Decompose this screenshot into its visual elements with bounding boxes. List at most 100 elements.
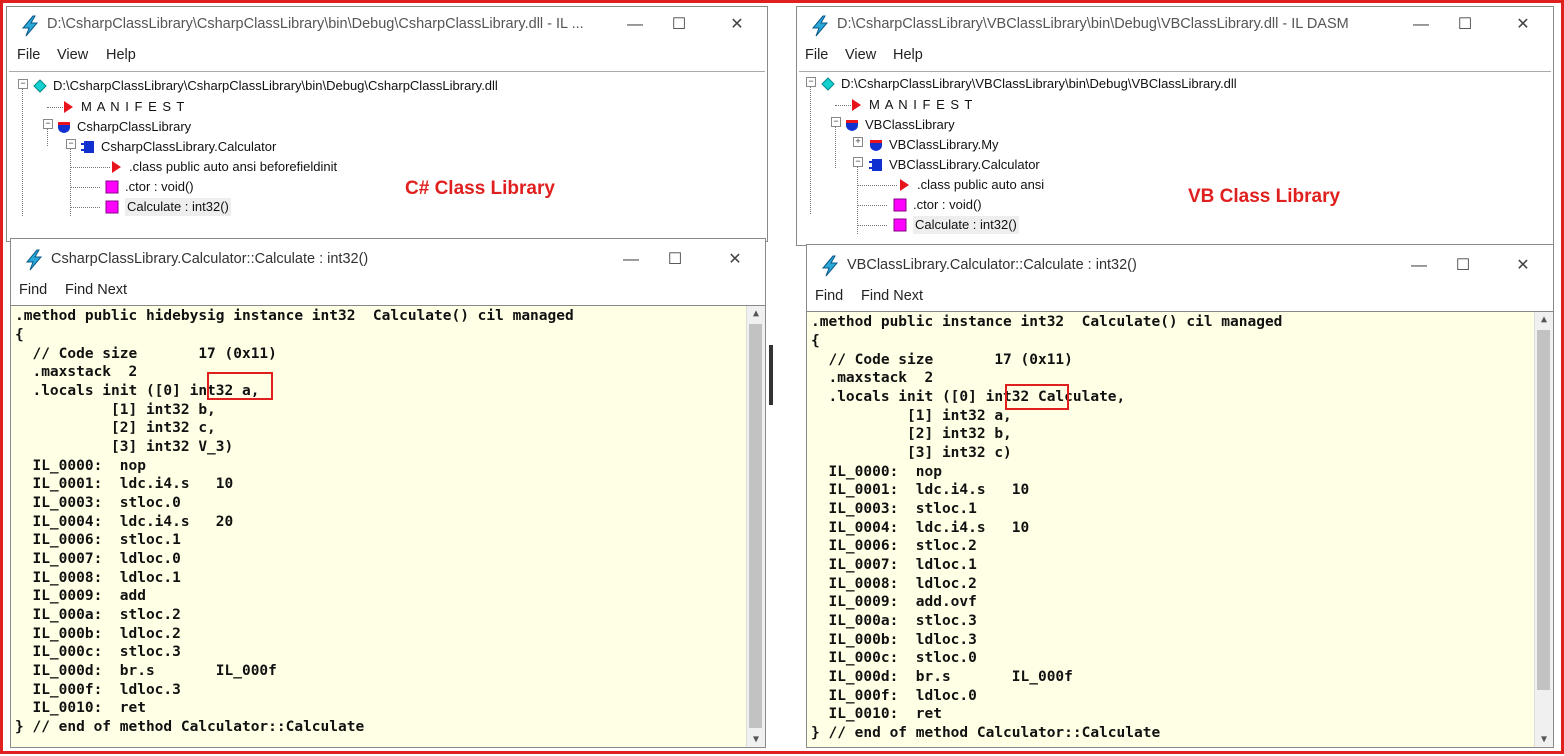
menu-file[interactable]: File xyxy=(805,47,828,63)
il-code-view[interactable]: .method public hidebysig instance int32 … xyxy=(11,305,765,747)
assembly-diamond-icon xyxy=(33,79,47,93)
menu-find-next[interactable]: Find Next xyxy=(861,288,923,304)
code-line: IL_0008: ldloc.1 xyxy=(15,570,181,586)
minimize-button[interactable]: — xyxy=(619,248,643,272)
window-title: VBClassLibrary.Calculator::Calculate : i… xyxy=(847,257,1137,273)
code-line: IL_000f: ldloc.3 xyxy=(15,682,181,698)
code-line: IL_0007: ldloc.1 xyxy=(811,557,977,573)
il-code-view[interactable]: .method public instance int32 Calculate(… xyxy=(807,311,1553,747)
menu-find[interactable]: Find xyxy=(815,288,843,304)
close-button[interactable]: ✕ xyxy=(1511,13,1535,37)
scroll-thumb[interactable] xyxy=(749,324,762,728)
scroll-up-arrow-icon[interactable]: ▲ xyxy=(1535,314,1553,325)
annotation-csharp: C# Class Library xyxy=(405,178,555,199)
code-line: [2] int32 b, xyxy=(811,426,1012,442)
code-line: // Code size 17 (0x11) xyxy=(811,352,1073,368)
vertical-scrollbar[interactable]: ▲ ▼ xyxy=(746,306,765,747)
code-line: IL_0010: ret xyxy=(15,700,146,716)
code-line: IL_000d: br.s IL_000f xyxy=(15,663,277,679)
code-line: .locals init ([0] int32 Calculate, xyxy=(811,389,1126,405)
code-line: .maxstack 2 xyxy=(15,364,138,380)
code-line: [3] int32 V_3) xyxy=(15,439,234,455)
collapse-namespace[interactable]: − xyxy=(831,117,841,127)
code-line: .method public hidebysig instance int32 … xyxy=(15,308,574,324)
menu-help[interactable]: Help xyxy=(106,47,136,63)
maximize-button[interactable]: ☐ xyxy=(1453,13,1477,37)
code-line: IL_0001: ldc.i4.s 10 xyxy=(15,476,234,492)
assembly-tree: − − − D:\CsharpClassLibrary\CsharpClassL… xyxy=(9,71,765,241)
code-line: [2] int32 c, xyxy=(15,420,216,436)
highlight-int32-box xyxy=(207,372,273,400)
code-line: } // end of method Calculator::Calculate xyxy=(15,719,365,735)
menu-view[interactable]: View xyxy=(57,47,88,63)
expand-my-namespace[interactable]: + xyxy=(853,137,863,147)
annotation-vb: VB Class Library xyxy=(1188,186,1341,207)
class-decl-triangle-icon xyxy=(109,160,123,174)
title-bar[interactable]: CsharpClassLibrary.Calculator::Calculate… xyxy=(11,239,765,279)
scroll-down-arrow-icon[interactable]: ▼ xyxy=(1535,734,1553,745)
collapse-root[interactable]: − xyxy=(18,79,28,89)
maximize-button[interactable]: ☐ xyxy=(663,248,687,272)
il-code-window-left: CsharpClassLibrary.Calculator::Calculate… xyxy=(10,238,766,748)
code-line: IL_0003: stloc.0 xyxy=(15,495,181,511)
menu-find[interactable]: Find xyxy=(19,282,47,298)
close-button[interactable]: ✕ xyxy=(723,248,747,272)
code-line: IL_0010: ret xyxy=(811,706,942,722)
scroll-down-arrow-icon[interactable]: ▼ xyxy=(747,734,765,745)
class-icon xyxy=(869,158,883,172)
scroll-thumb[interactable] xyxy=(1537,330,1550,690)
highlight-int32-box xyxy=(1005,384,1069,410)
scroll-up-arrow-icon[interactable]: ▲ xyxy=(747,308,765,319)
namespace-shield-icon xyxy=(869,138,883,152)
ildasm-app-icon xyxy=(23,249,45,271)
code-line: IL_000a: stloc.2 xyxy=(15,607,181,623)
class-icon xyxy=(81,140,95,154)
method-icon xyxy=(105,180,119,194)
collapse-class[interactable]: − xyxy=(853,157,863,167)
manifest-triangle-icon xyxy=(849,98,863,112)
class-decl-triangle-icon xyxy=(897,178,911,192)
vertical-scrollbar[interactable]: ▲ ▼ xyxy=(1534,312,1553,747)
title-bar[interactable]: VBClassLibrary.Calculator::Calculate : i… xyxy=(807,245,1553,285)
collapse-root[interactable]: − xyxy=(806,77,816,87)
code-line: IL_0001: ldc.i4.s 10 xyxy=(811,482,1030,498)
maximize-button[interactable]: ☐ xyxy=(667,13,691,37)
menu-help[interactable]: Help xyxy=(893,47,923,63)
code-line: { xyxy=(15,327,24,343)
code-line: IL_0006: stloc.1 xyxy=(15,532,181,548)
menu-bar: File View Help xyxy=(7,47,767,69)
menu-file[interactable]: File xyxy=(17,47,40,63)
minimize-button[interactable]: — xyxy=(1409,13,1433,37)
code-line: IL_0007: ldloc.0 xyxy=(15,551,181,567)
code-line: IL_0008: ldloc.2 xyxy=(811,576,977,592)
background-strip xyxy=(769,345,773,405)
menu-bar: Find Find Next xyxy=(11,282,765,304)
ildasm-window-right: D:\CsharpClassLibrary\VBClassLibrary\bin… xyxy=(796,6,1554,246)
code-line: IL_000f: ldloc.0 xyxy=(811,688,977,704)
code-line: [1] int32 b, xyxy=(15,402,216,418)
collapse-class[interactable]: − xyxy=(66,139,76,149)
code-line: .maxstack 2 xyxy=(811,370,934,386)
menu-find-next[interactable]: Find Next xyxy=(65,282,127,298)
code-line: [1] int32 a, xyxy=(811,408,1012,424)
maximize-button[interactable]: ☐ xyxy=(1451,254,1475,278)
minimize-button[interactable]: — xyxy=(623,13,647,37)
code-line: } // end of method Calculator::Calculate xyxy=(811,725,1161,741)
ildasm-app-icon xyxy=(819,255,841,277)
method-icon xyxy=(893,218,907,232)
code-line: IL_0000: nop xyxy=(15,458,146,474)
manifest-triangle-icon xyxy=(61,100,75,114)
minimize-button[interactable]: — xyxy=(1407,254,1431,278)
code-line: IL_0004: ldc.i4.s 10 xyxy=(811,520,1030,536)
code-line: .method public instance int32 Calculate(… xyxy=(811,314,1283,330)
menu-bar: Find Find Next xyxy=(807,288,1553,310)
code-line: IL_0003: stloc.1 xyxy=(811,501,977,517)
collapse-namespace[interactable]: − xyxy=(43,119,53,129)
window-title: D:\CsharpClassLibrary\CsharpClassLibrary… xyxy=(47,16,584,32)
menu-view[interactable]: View xyxy=(845,47,876,63)
title-bar[interactable]: D:\CsharpClassLibrary\VBClassLibrary\bin… xyxy=(797,7,1553,43)
close-button[interactable]: ✕ xyxy=(725,13,749,37)
ildasm-app-icon xyxy=(809,15,831,37)
title-bar[interactable]: D:\CsharpClassLibrary\CsharpClassLibrary… xyxy=(7,7,767,43)
close-button[interactable]: ✕ xyxy=(1511,254,1535,278)
